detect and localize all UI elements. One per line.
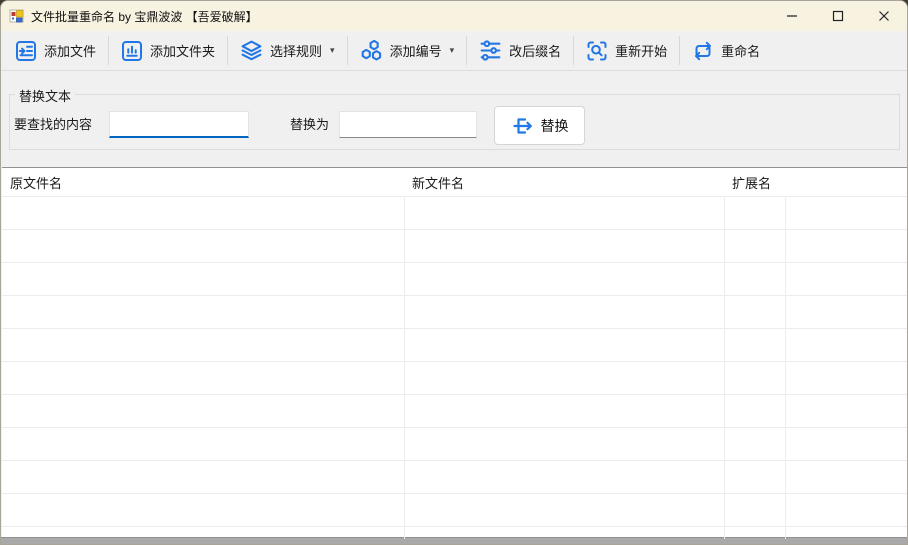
toolbar-button-label: 添加文件 [44, 41, 96, 60]
table-header: 原文件名 新文件名 扩展名 [2, 168, 908, 197]
rename-button[interactable]: 重命名 [683, 35, 769, 67]
toolbar-button-label: 选择规则 [270, 41, 322, 60]
table-row[interactable] [2, 494, 908, 527]
select-rule-icon [240, 39, 263, 62]
column-header-extension[interactable]: 扩展名 [724, 168, 785, 196]
groupbox-title: 替换文本 [15, 86, 75, 105]
replace-button[interactable]: 替换 [494, 106, 585, 145]
app-window: 文件批量重命名 by 宝鼎波波 【吾爱破解】 添加文件 [0, 0, 908, 545]
replace-text-groupbox: 替换文本 要查找的内容 替换为 替换 [9, 94, 900, 150]
maximize-icon [832, 10, 844, 22]
window-controls [769, 1, 907, 31]
replace-button-label: 替换 [541, 116, 569, 136]
toolbar-button-label: 重新开始 [615, 41, 667, 60]
add-file-button[interactable]: 添加文件 [6, 35, 105, 67]
toolbar-separator [573, 36, 574, 65]
add-file-icon [15, 40, 37, 62]
column-header-blank [785, 168, 908, 196]
find-input[interactable] [109, 111, 249, 138]
toolbar-separator [679, 36, 680, 65]
table-row[interactable] [2, 362, 908, 395]
add-folder-icon [121, 40, 143, 62]
column-divider[interactable] [724, 168, 725, 539]
table-row[interactable] [2, 461, 908, 494]
chevron-down-icon: ▾ [330, 45, 335, 56]
toolbar-button-label: 改后缀名 [509, 41, 561, 60]
window-bottom-edge[interactable] [1, 537, 907, 544]
toolbar-button-label: 重命名 [721, 41, 760, 60]
change-extension-button[interactable]: 改后缀名 [470, 35, 570, 67]
minimize-icon [786, 10, 798, 22]
add-number-button[interactable]: 添加编号 ▾ [351, 35, 464, 67]
toolbar-button-label: 添加编号 [390, 41, 442, 60]
add-folder-button[interactable]: 添加文件夹 [112, 35, 224, 67]
table-row[interactable] [2, 395, 908, 428]
restart-icon [586, 40, 608, 62]
select-rule-button[interactable]: 选择规则 ▾ [231, 35, 344, 67]
minimize-button[interactable] [769, 1, 815, 31]
file-table: 原文件名 新文件名 扩展名 [2, 167, 908, 539]
chevron-down-icon: ▾ [450, 45, 455, 56]
find-label: 要查找的内容 [14, 111, 92, 138]
toolbar-separator [108, 36, 109, 65]
table-row[interactable] [2, 230, 908, 263]
change-extension-icon [479, 39, 502, 62]
column-divider[interactable] [785, 168, 786, 539]
column-header-original-name[interactable]: 原文件名 [2, 168, 404, 196]
column-header-new-name[interactable]: 新文件名 [404, 168, 724, 196]
replace-icon [511, 114, 535, 138]
maximize-button[interactable] [815, 1, 861, 31]
close-button[interactable] [861, 1, 907, 31]
table-row[interactable] [2, 197, 908, 230]
toolbar-separator [227, 36, 228, 65]
rename-icon [692, 40, 714, 62]
toolbar-button-label: 添加文件夹 [150, 41, 215, 60]
table-row[interactable] [2, 329, 908, 362]
window-title: 文件批量重命名 by 宝鼎波波 【吾爱破解】 [31, 8, 258, 25]
table-row[interactable] [2, 263, 908, 296]
restart-button[interactable]: 重新开始 [577, 35, 676, 67]
close-icon [878, 10, 890, 22]
add-number-icon [360, 39, 383, 62]
table-row[interactable] [2, 428, 908, 461]
replace-with-label: 替换为 [290, 111, 329, 138]
app-icon [9, 8, 25, 24]
titlebar: 文件批量重命名 by 宝鼎波波 【吾爱破解】 [1, 1, 907, 31]
column-divider[interactable] [404, 168, 405, 539]
table-row[interactable] [2, 296, 908, 329]
toolbar-separator [466, 36, 467, 65]
replace-with-input[interactable] [339, 111, 477, 138]
toolbar-separator [347, 36, 348, 65]
table-body[interactable] [2, 197, 908, 539]
toolbar: 添加文件 添加文件夹 选择规则 ▾ [1, 31, 907, 71]
